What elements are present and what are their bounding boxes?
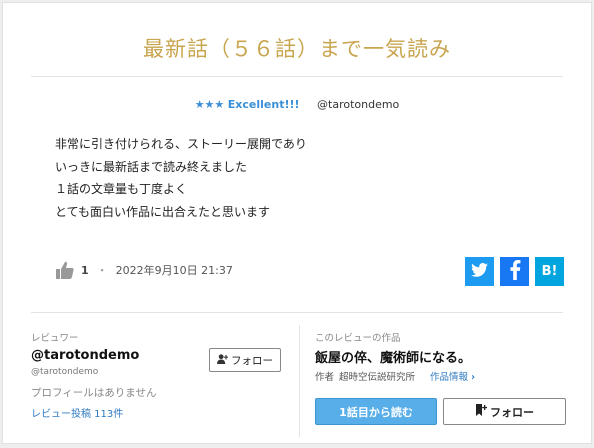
author-link[interactable]: 超時空伝説研究所 (339, 369, 415, 383)
add-user-icon (217, 353, 229, 367)
reviewer-section-label: レビュワー (31, 333, 79, 344)
review-body-line: とても面白い作品に出合えたと思います (55, 204, 271, 219)
separator-dot: ・ (96, 264, 108, 277)
work-meta: 作者 超時空伝説研究所 作品情報 › (315, 369, 475, 383)
review-title: 最新話（５６話）まで一気読み (143, 37, 451, 61)
facebook-icon (508, 259, 522, 284)
share-buttons: B! (465, 257, 564, 286)
thumbs-up-icon[interactable] (55, 260, 75, 280)
twitter-share-button[interactable] (465, 257, 494, 286)
review-body: 非常に引き付けられる、ストーリー展開であり いっきに最新話まで読み終えました １… (55, 133, 307, 223)
vertical-divider (299, 325, 300, 437)
review-body-line: １話の文章量も丁度よく (55, 182, 188, 196)
hatena-bookmark-icon: B! (541, 264, 558, 279)
review-card: 最新話（５６話）まで一気読み ★★★ Excellent!!! @taroton… (2, 2, 592, 444)
twitter-icon (471, 262, 488, 281)
reviewer-handle: @tarotondemo (31, 367, 99, 377)
bookmark-add-icon (475, 404, 488, 419)
review-body-line: いっきに最新話まで読み終えました (55, 159, 248, 174)
like-count: 1 (81, 263, 89, 277)
work-info-label: 作品情報 (430, 372, 469, 383)
reviewer-profile-text: プロフィールはありません (31, 387, 157, 399)
star-rating-icon: ★★★ (194, 98, 225, 111)
follow-work-button[interactable]: フォロー (443, 398, 566, 425)
reviewer-handle-link[interactable]: @tarotondemo (317, 98, 399, 111)
review-date: 2022年9月10日 21:37 (115, 264, 233, 277)
review-body-line: 非常に引き付けられる、ストーリー展開であり (55, 137, 307, 151)
chevron-right-icon: › (471, 372, 475, 383)
reviewer-name-link[interactable]: @tarotondemo (31, 348, 139, 363)
rating-line: ★★★ Excellent!!! @tarotondemo (3, 98, 591, 111)
rating-label: Excellent!!! (227, 98, 300, 111)
follow-work-label: フォロー (490, 405, 534, 419)
hatena-bookmark-button[interactable]: B! (535, 257, 564, 286)
review-meta: 1 ・ 2022年9月10日 21:37 (55, 260, 233, 280)
author-prefix: 作者 (315, 372, 335, 383)
follow-reviewer-label: フォロー (231, 354, 273, 367)
divider (31, 76, 563, 77)
reviewer-posts-link[interactable]: レビュー投稿 113件 (31, 405, 123, 420)
follow-reviewer-button[interactable]: フォロー (209, 348, 281, 372)
divider (31, 312, 563, 313)
facebook-share-button[interactable] (500, 257, 529, 286)
work-info-link[interactable]: 作品情報 › (430, 369, 475, 383)
work-section-label: このレビューの作品 (315, 333, 401, 344)
read-from-first-button[interactable]: 1話目から読む (315, 398, 437, 425)
work-title-link[interactable]: 飯屋の倅、魔術師になる。 (315, 347, 471, 366)
